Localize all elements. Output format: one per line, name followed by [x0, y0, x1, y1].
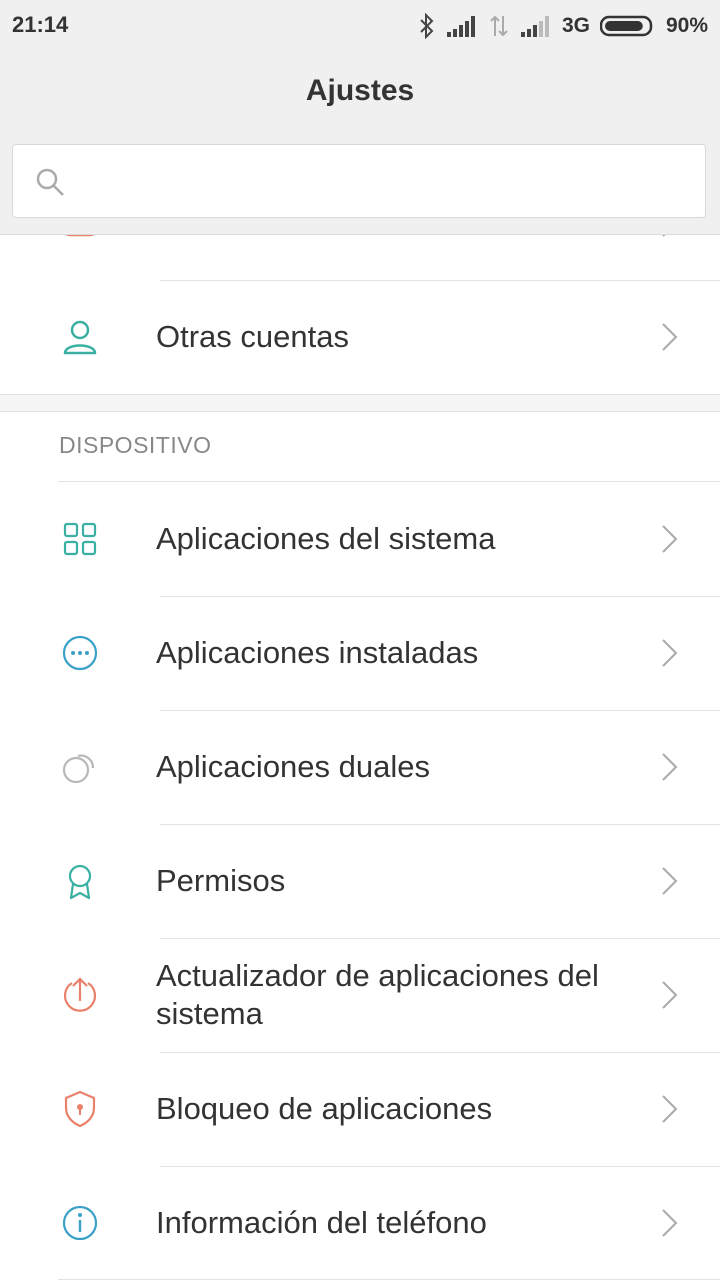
section-separator	[0, 394, 720, 412]
badge-icon	[68, 864, 92, 900]
signal-icon	[520, 16, 549, 37]
list-item-other-accounts[interactable]: Otras cuentas	[0, 280, 720, 394]
chevron-right-icon	[662, 323, 678, 351]
list-item-label: Permisos	[156, 863, 286, 898]
chevron-right-icon	[662, 1095, 678, 1123]
bluetooth-icon	[420, 13, 434, 39]
list-item-label: Aplicaciones duales	[156, 749, 431, 784]
chevron-right-icon	[662, 867, 678, 895]
more-circle-icon	[62, 635, 98, 671]
list-item-phone-info[interactable]: Información del teléfono	[0, 1166, 720, 1280]
upload-circle-icon	[63, 977, 97, 1012]
shield-lock-icon	[64, 1090, 96, 1128]
battery-icon	[599, 15, 653, 37]
list-item-system-updater[interactable]: Actualizador de aplicaciones del sistema	[0, 938, 720, 1052]
app-header: Ajustes	[0, 52, 720, 131]
chevron-right-icon	[662, 639, 678, 667]
list-item-system-apps[interactable]: Aplicaciones del sistema	[0, 482, 720, 596]
list-item-label: Información del teléfono	[156, 1205, 487, 1240]
chevron-right-icon	[662, 525, 678, 553]
info-icon	[62, 1205, 98, 1241]
page-title: Ajustes	[305, 74, 415, 107]
chevron-right-icon	[662, 1209, 678, 1237]
status-icons: 3G 90%	[418, 10, 708, 42]
person-icon	[63, 320, 97, 355]
section-title-device: DISPOSITIVO	[59, 432, 212, 458]
search-input[interactable]	[83, 159, 687, 205]
list-item-dual-apps[interactable]: Aplicaciones duales	[0, 710, 720, 824]
list-item-installed-apps[interactable]: Aplicaciones instaladas	[0, 596, 720, 710]
list-item-label: Actualizador de aplicaciones del sistema	[156, 958, 599, 1031]
list-item-label: Aplicaciones del sistema	[156, 521, 496, 556]
grid-icon	[63, 522, 97, 556]
signal-icon	[446, 16, 475, 37]
network-type: 3G	[561, 14, 590, 37]
list-item-label: Bloqueo de aplicaciones	[156, 1091, 493, 1126]
list-item-app-lock[interactable]: Bloqueo de aplicaciones	[0, 1052, 720, 1166]
search-area	[0, 130, 720, 235]
status-bar: 21:14 3G 90%	[0, 0, 720, 52]
data-arrows-icon	[490, 15, 508, 37]
search-icon	[36, 168, 64, 196]
battery-percent: 90%	[665, 14, 708, 37]
dual-circles-icon	[62, 754, 95, 784]
list-item-label: Aplicaciones instaladas	[156, 635, 479, 670]
list-item-permissions[interactable]: Permisos	[0, 824, 720, 938]
settings-list[interactable]: Mi Cuenta Add Otras cuentas DISPOSITIVO …	[0, 166, 720, 1280]
status-time: 21:14	[12, 12, 69, 37]
search-box[interactable]	[12, 144, 706, 218]
chevron-right-icon	[662, 753, 678, 781]
list-item-label: Otras cuentas	[156, 319, 349, 354]
chevron-right-icon	[662, 981, 678, 1009]
